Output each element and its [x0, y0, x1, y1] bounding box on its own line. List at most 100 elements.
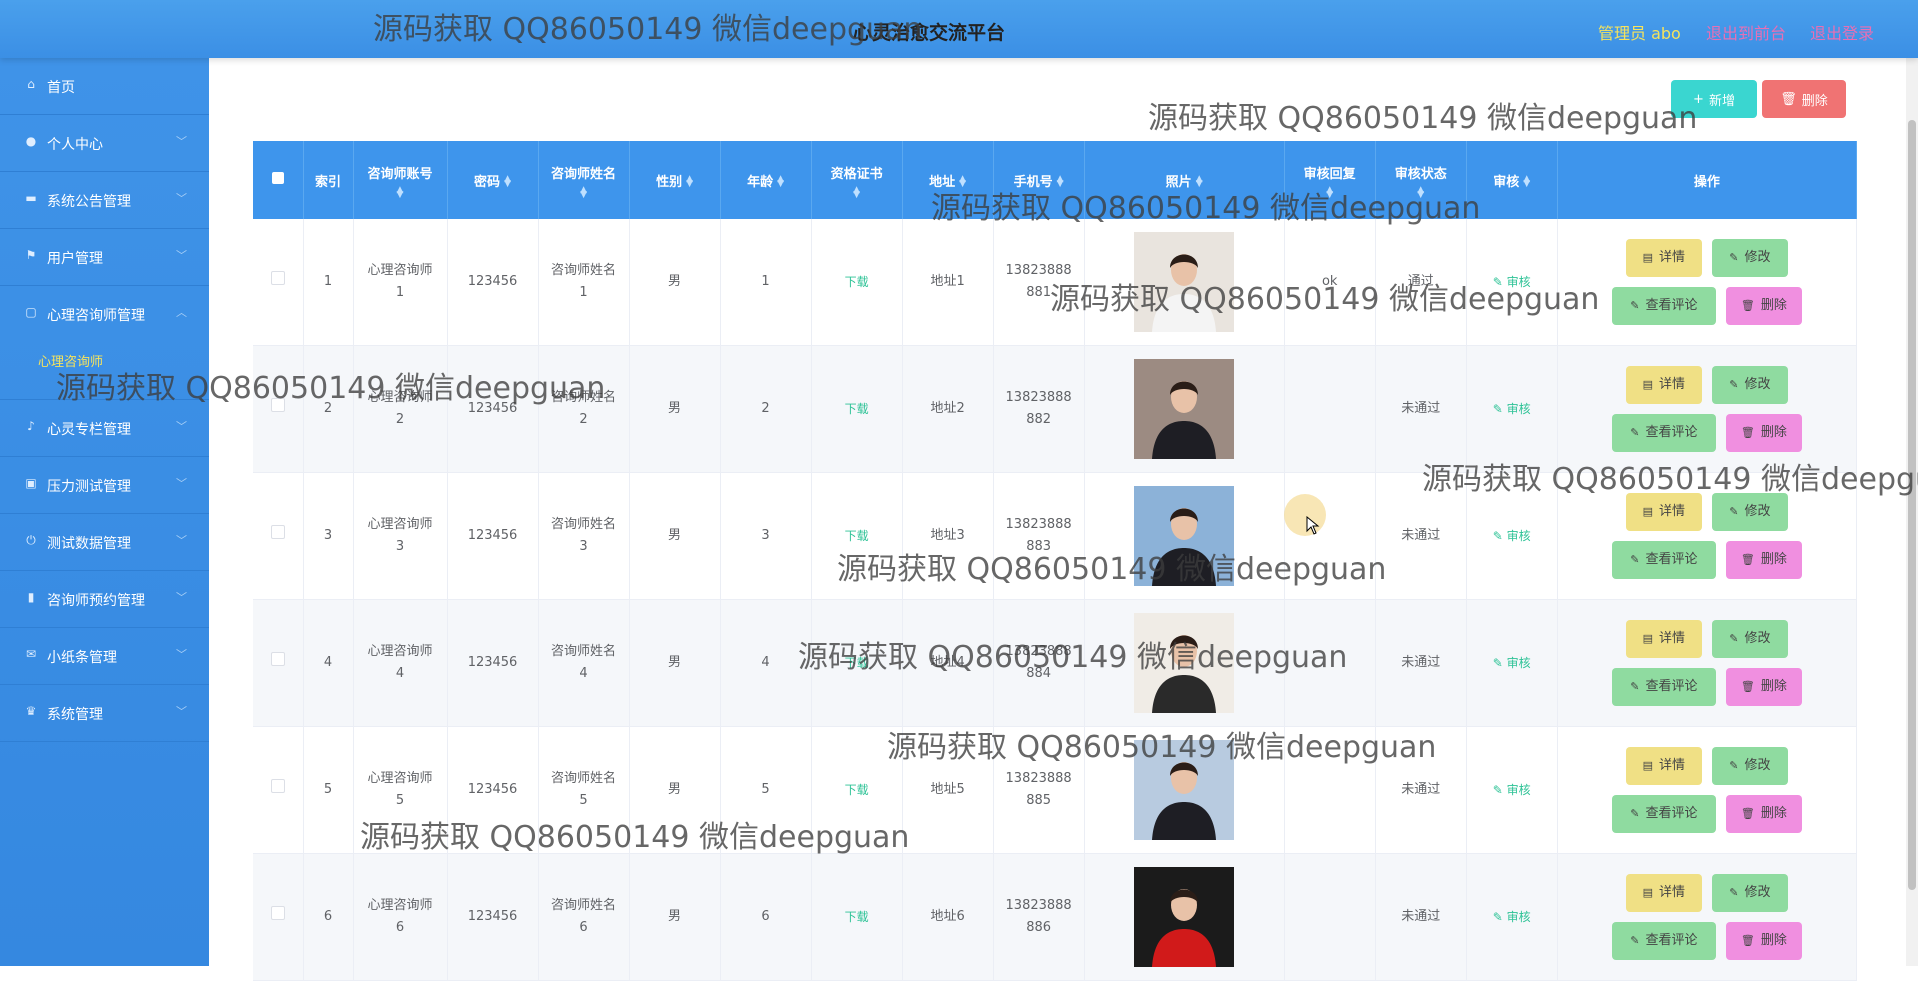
audit-link[interactable]: ✎ 审核 — [1493, 783, 1531, 797]
edit-icon: ✎ — [1492, 528, 1507, 543]
edit-button[interactable]: ✎ 修改 — [1711, 747, 1788, 785]
cell-age: 5 — [720, 726, 812, 854]
detail-button[interactable]: ▤ 详情 — [1625, 747, 1702, 785]
sidebar-item-notice[interactable]: ▬ 系统公告管理 ﹀ — [0, 172, 209, 229]
chevron-up-icon: ︿ — [176, 306, 187, 319]
delete-button[interactable]: 🗑 删除 — [1725, 414, 1802, 452]
view-comments-button[interactable]: ✎ 查看评论 — [1611, 541, 1716, 579]
edit-icon: ✎ — [1729, 886, 1739, 899]
delete-button[interactable]: 🗑 删除 — [1725, 922, 1802, 960]
download-link[interactable]: 下载 — [845, 656, 869, 670]
back-to-front-link[interactable]: 退出到前台 — [1706, 20, 1786, 44]
trophy-icon: ♛ — [25, 704, 37, 718]
row-checkbox[interactable] — [270, 271, 285, 285]
sidebar-subitem-counselor[interactable]: 心理咨询师 — [38, 339, 209, 379]
edit-button[interactable]: ✎ 修改 — [1711, 620, 1788, 658]
sort-icon[interactable]: ▲ ▼ — [543, 185, 625, 199]
logout-link[interactable]: 退出登录 — [1810, 20, 1874, 44]
view-comments-button[interactable]: ✎ 查看评论 — [1611, 795, 1716, 833]
view-comments-button[interactable]: ✎ 查看评论 — [1611, 668, 1716, 706]
cell-gender: 男 — [629, 472, 721, 600]
audit-link[interactable]: ✎ 审核 — [1493, 275, 1531, 289]
select-all-checkbox[interactable] — [271, 172, 284, 184]
row-checkbox[interactable] — [270, 906, 285, 920]
download-link[interactable]: 下载 — [845, 402, 869, 416]
column-header[interactable]: 手机号 ▲ ▼ — [993, 141, 1085, 219]
cell-password: 123456 — [447, 219, 539, 346]
column-header[interactable]: 审核回复 ▲ ▼ — [1284, 141, 1376, 219]
sort-icon[interactable]: ▲ ▼ — [1196, 175, 1203, 189]
cell-phone: 13823888 883 — [993, 472, 1085, 600]
bulk-delete-button[interactable]: 🗑 删除 — [1762, 80, 1846, 118]
delete-button[interactable]: 🗑 删除 — [1725, 795, 1802, 833]
column-header[interactable]: 审核 ▲ ▼ — [1466, 141, 1558, 219]
sidebar-item-home[interactable]: ⌂ 首页 — [0, 58, 209, 115]
column-header[interactable]: 咨询师账号 ▲ ▼ — [353, 141, 448, 219]
sidebar-item-profile[interactable]: ● 个人中心 ﹀ — [0, 115, 209, 172]
view-comments-button[interactable]: ✎ 查看评论 — [1611, 922, 1716, 960]
row-checkbox[interactable] — [270, 525, 285, 539]
sidebar-item-column[interactable]: ♪ 心灵专栏管理 ﹀ — [0, 400, 209, 457]
detail-button[interactable]: ▤ 详情 — [1625, 366, 1702, 404]
edit-button[interactable]: ✎ 修改 — [1711, 874, 1788, 912]
counselor-photo — [1134, 613, 1235, 713]
sidebar-item-test-data[interactable]: ⏻ 测试数据管理 ﹀ — [0, 514, 209, 571]
audit-link[interactable]: ✎ 审核 — [1493, 402, 1531, 416]
column-header[interactable]: 咨询师姓名 ▲ ▼ — [538, 141, 630, 219]
edit-button[interactable]: ✎ 修改 — [1711, 493, 1788, 531]
note-icon: ✉ — [25, 647, 37, 661]
scrollbar-thumb[interactable] — [1908, 120, 1916, 890]
sort-icon[interactable]: ▲ ▼ — [1380, 185, 1462, 199]
sort-icon[interactable]: ▲ ▼ — [1523, 175, 1530, 189]
sort-icon[interactable]: ▲ ▼ — [1289, 185, 1371, 199]
audit-link[interactable]: ✎ 审核 — [1493, 529, 1531, 543]
detail-button[interactable]: ▤ 详情 — [1625, 493, 1702, 531]
sort-icon[interactable]: ▲ ▼ — [816, 185, 898, 199]
cell-index: 2 — [303, 345, 354, 473]
row-checkbox[interactable] — [270, 779, 285, 793]
delete-button[interactable]: 🗑 删除 — [1725, 287, 1802, 325]
sort-icon[interactable]: ▲ ▼ — [1057, 175, 1064, 189]
cell-name: 咨询师姓名 1 — [538, 219, 630, 346]
delete-button[interactable]: 🗑 删除 — [1725, 668, 1802, 706]
column-header[interactable]: 照片 ▲ ▼ — [1084, 141, 1285, 219]
sidebar-item-system[interactable]: ♛ 系统管理 ﹀ — [0, 685, 209, 742]
download-link[interactable]: 下载 — [845, 275, 869, 289]
add-button[interactable]: + 新增 — [1671, 80, 1757, 118]
edit-button[interactable]: ✎ 修改 — [1711, 366, 1788, 404]
column-header[interactable]: 资格证书 ▲ ▼ — [811, 141, 903, 219]
sidebar-item-counselors[interactable]: ▢ 心理咨询师管理 ︿ 心理咨询师 — [0, 286, 209, 400]
cell-audit: ✎ 审核 — [1466, 726, 1558, 854]
sort-icon[interactable]: ▲ ▼ — [686, 175, 693, 189]
sort-icon[interactable]: ▲ ▼ — [504, 175, 511, 189]
column-header[interactable]: 年龄 ▲ ▼ — [720, 141, 812, 219]
row-checkbox[interactable] — [270, 652, 285, 666]
row-checkbox[interactable] — [270, 398, 285, 412]
sidebar-item-stress-test[interactable]: ▣ 压力测试管理 ﹀ — [0, 457, 209, 514]
audit-link[interactable]: ✎ 审核 — [1493, 656, 1531, 670]
column-header[interactable]: 密码 ▲ ▼ — [447, 141, 539, 219]
sidebar-item-appointments[interactable]: ▮ 咨询师预约管理 ﹀ — [0, 571, 209, 628]
column-header[interactable]: 地址 ▲ ▼ — [902, 141, 994, 219]
edit-icon: ✎ — [1630, 680, 1640, 693]
cell-age: 6 — [720, 853, 812, 981]
column-header[interactable]: 性别 ▲ ▼ — [629, 141, 721, 219]
sort-icon[interactable]: ▲ ▼ — [777, 175, 784, 189]
sidebar-item-users[interactable]: ⚑ 用户管理 ﹀ — [0, 229, 209, 286]
sort-icon[interactable]: ▲ ▼ — [358, 185, 443, 199]
detail-button[interactable]: ▤ 详情 — [1625, 620, 1702, 658]
detail-button[interactable]: ▤ 详情 — [1625, 874, 1702, 912]
view-comments-button[interactable]: ✎ 查看评论 — [1611, 414, 1716, 452]
sort-icon[interactable]: ▲ ▼ — [959, 175, 966, 189]
delete-button[interactable]: 🗑 删除 — [1725, 541, 1802, 579]
audit-link[interactable]: ✎ 审核 — [1493, 910, 1531, 924]
detail-button[interactable]: ▤ 详情 — [1625, 239, 1702, 277]
edit-button[interactable]: ✎ 修改 — [1711, 239, 1788, 277]
sidebar-item-notes[interactable]: ✉ 小纸条管理 ﹀ — [0, 628, 209, 685]
view-comments-button[interactable]: ✎ 查看评论 — [1611, 287, 1716, 325]
column-header[interactable]: 审核状态 ▲ ▼ — [1375, 141, 1467, 219]
edit-icon: ✎ — [1492, 274, 1507, 289]
download-link[interactable]: 下载 — [845, 910, 869, 924]
download-link[interactable]: 下载 — [845, 783, 869, 797]
download-link[interactable]: 下载 — [845, 529, 869, 543]
